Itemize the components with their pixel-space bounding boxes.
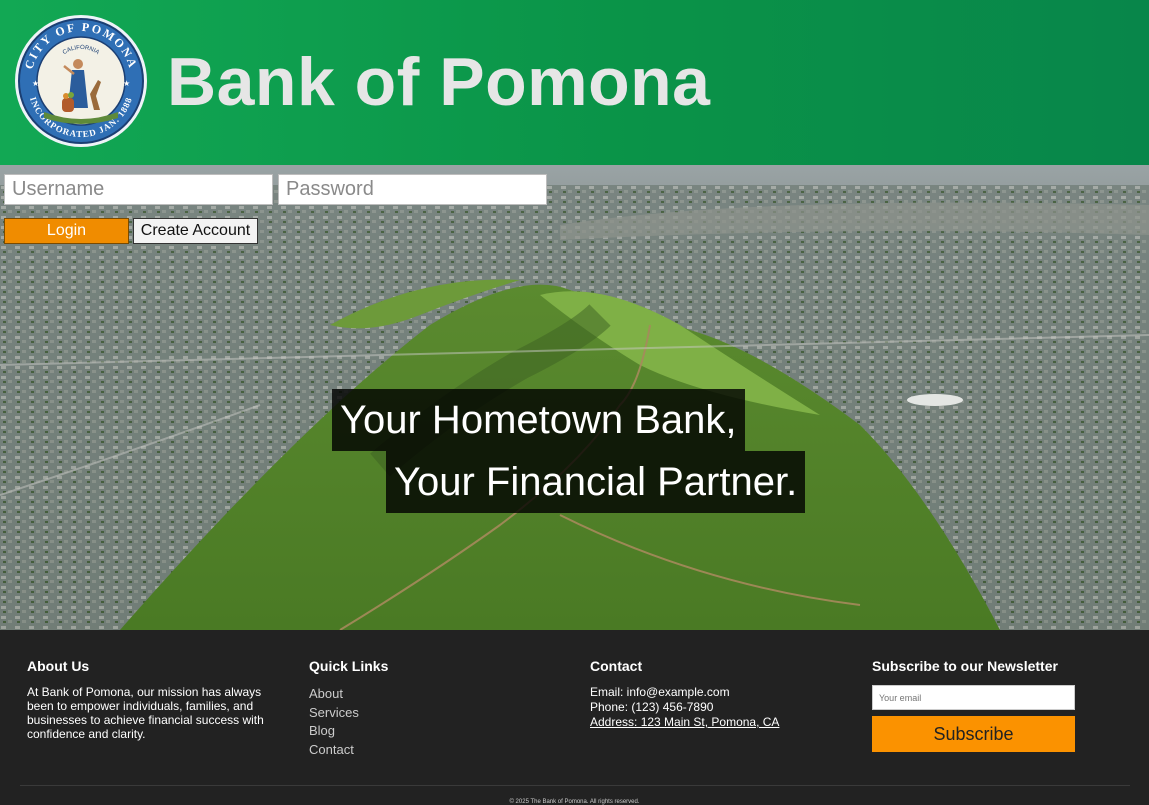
site-footer: About Us At Bank of Pomona, our mission … <box>0 630 1149 805</box>
password-input[interactable] <box>278 174 547 205</box>
footer-about-text: At Bank of Pomona, our mission has alway… <box>27 685 264 741</box>
footer-link-blog[interactable]: Blog <box>309 722 509 741</box>
site-title: Bank of Pomona <box>167 44 711 120</box>
footer-about: About Us At Bank of Pomona, our mission … <box>27 658 282 741</box>
hero-tagline-line2: Your Financial Partner. <box>386 451 806 513</box>
username-input[interactable] <box>4 174 273 205</box>
create-account-button[interactable]: Create Account <box>133 218 258 244</box>
subscribe-button[interactable]: Subscribe <box>872 716 1075 752</box>
footer-divider <box>20 785 1130 786</box>
footer-contact-phone: Phone: (123) 456-7890 <box>590 700 714 714</box>
hero-tagline-line1: Your Hometown Bank, <box>332 389 745 451</box>
footer-contact: Contact Email: info@example.com Phone: (… <box>590 658 830 730</box>
newsletter-email-input[interactable] <box>872 685 1075 710</box>
footer-contact-email: Email: info@example.com <box>590 685 730 699</box>
footer-link-about[interactable]: About <box>309 685 509 704</box>
footer-contact-address[interactable]: Address: 123 Main St, Pomona, CA <box>590 715 830 730</box>
login-button[interactable]: Login <box>4 218 129 244</box>
footer-contact-heading: Contact <box>590 658 643 674</box>
footer-about-heading: About Us <box>27 658 90 674</box>
footer-copyright: © 2025 The Bank of Pomona. All rights re… <box>509 799 640 805</box>
footer-newsletter: Subscribe to our Newsletter Subscribe <box>872 658 1092 758</box>
footer-link-services[interactable]: Services <box>309 704 509 723</box>
footer-quick-links-heading: Quick Links <box>309 658 389 674</box>
footer-newsletter-heading: Subscribe to our Newsletter <box>872 658 1058 674</box>
footer-quick-links: Quick Links About Services Blog Contact <box>309 658 509 759</box>
hero-section: Login Create Account Your Hometown Bank,… <box>0 165 1149 630</box>
footer-link-contact[interactable]: Contact <box>309 741 509 760</box>
svg-text:★: ★ <box>123 79 130 88</box>
city-seal-logo: CITY OF POMONA INCORPORATED JAN. 1888 CA… <box>15 15 147 147</box>
site-header: CITY OF POMONA INCORPORATED JAN. 1888 CA… <box>0 0 1149 165</box>
svg-text:★: ★ <box>32 79 39 88</box>
